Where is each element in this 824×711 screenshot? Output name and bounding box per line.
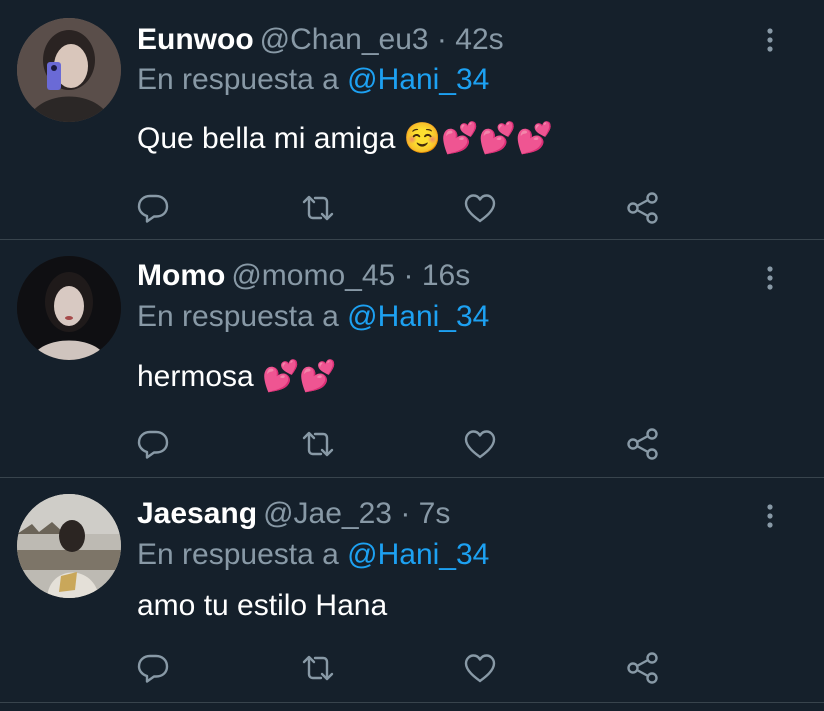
- tweet-header: Eunwoo @Chan_eu3 · 42s: [137, 20, 504, 60]
- tweet[interactable]: Jaesang @Jae_23 · 7s En respuesta a @Hani…: [0, 478, 824, 703]
- mention-link[interactable]: @Hani_34: [347, 300, 489, 333]
- avatar[interactable]: [17, 256, 121, 360]
- retweet-button[interactable]: [300, 426, 336, 462]
- more-vertical-icon: [767, 28, 773, 52]
- author-name[interactable]: Eunwoo: [137, 23, 254, 56]
- more-options-button[interactable]: [762, 264, 778, 292]
- heart-icon: [464, 194, 496, 223]
- retweet-button[interactable]: [300, 190, 336, 226]
- like-button[interactable]: [462, 426, 498, 462]
- reply-icon: [137, 194, 169, 223]
- tweet-text: amo tu estilo Hana: [137, 589, 388, 622]
- reply-icon: [137, 654, 169, 683]
- separator-dot: ·: [403, 259, 414, 292]
- more-options-button[interactable]: [762, 502, 778, 530]
- retweet-icon: [302, 195, 334, 221]
- more-vertical-icon: [767, 504, 773, 528]
- avatar[interactable]: [17, 18, 121, 122]
- reply-prefix: En respuesta a: [137, 300, 339, 333]
- tweet-header: Momo @momo_45 · 16s: [137, 256, 470, 296]
- share-button[interactable]: [625, 650, 661, 686]
- author-handle[interactable]: @Jae_23: [263, 497, 392, 530]
- tweet[interactable]: Eunwoo @Chan_eu3 · 42s En respuesta a @Ha…: [0, 0, 824, 240]
- reply-context: En respuesta a @Hani_34: [137, 61, 489, 99]
- retweet-icon: [302, 431, 334, 457]
- tweet-header: Jaesang @Jae_23 · 7s: [137, 494, 450, 534]
- separator-dot: ·: [436, 23, 447, 56]
- tweet-feed: Eunwoo @Chan_eu3 · 42s En respuesta a @Ha…: [0, 0, 824, 711]
- author-handle[interactable]: @momo_45: [231, 259, 395, 292]
- reply-icon: [137, 430, 169, 459]
- like-button[interactable]: [462, 650, 498, 686]
- share-icon: [627, 428, 658, 460]
- tweet-actions: [0, 190, 824, 226]
- reply-button[interactable]: [135, 190, 171, 226]
- mention-link[interactable]: @Hani_34: [347, 63, 489, 96]
- tweet-actions: [0, 650, 824, 686]
- avatar-photo: [17, 494, 121, 598]
- like-button[interactable]: [462, 190, 498, 226]
- reply-prefix: En respuesta a: [137, 538, 339, 571]
- avatar-photo: [17, 18, 121, 122]
- separator-dot: ·: [400, 497, 411, 530]
- share-button[interactable]: [625, 426, 661, 462]
- avatar-photo: [17, 256, 121, 360]
- heart-icon: [464, 654, 496, 683]
- reply-prefix: En respuesta a: [137, 63, 339, 96]
- heart-icon: [464, 430, 496, 459]
- tweet-text: Que bella mi amiga ☺️💕💕💕: [137, 122, 554, 155]
- tweet-text: hermosa 💕💕: [137, 360, 337, 393]
- retweet-button[interactable]: [300, 650, 336, 686]
- timestamp[interactable]: 42s: [455, 23, 503, 56]
- share-button[interactable]: [625, 190, 661, 226]
- mention-link[interactable]: @Hani_34: [347, 538, 489, 571]
- author-handle[interactable]: @Chan_eu3: [260, 23, 429, 56]
- share-icon: [627, 652, 658, 684]
- reply-context: En respuesta a @Hani_34: [137, 298, 489, 336]
- author-name[interactable]: Momo: [137, 259, 225, 292]
- share-icon: [627, 192, 658, 224]
- tweet[interactable]: Momo @momo_45 · 16s En respuesta a @Hani_…: [0, 240, 824, 478]
- timestamp[interactable]: 16s: [422, 259, 470, 292]
- reply-button[interactable]: [135, 650, 171, 686]
- tweet-actions: [0, 426, 824, 462]
- more-vertical-icon: [767, 266, 773, 290]
- timestamp[interactable]: 7s: [419, 497, 451, 530]
- avatar[interactable]: [17, 494, 121, 598]
- author-name[interactable]: Jaesang: [137, 497, 257, 530]
- retweet-icon: [302, 655, 334, 681]
- more-options-button[interactable]: [762, 26, 778, 54]
- reply-context: En respuesta a @Hani_34: [137, 536, 489, 574]
- reply-button[interactable]: [135, 426, 171, 462]
